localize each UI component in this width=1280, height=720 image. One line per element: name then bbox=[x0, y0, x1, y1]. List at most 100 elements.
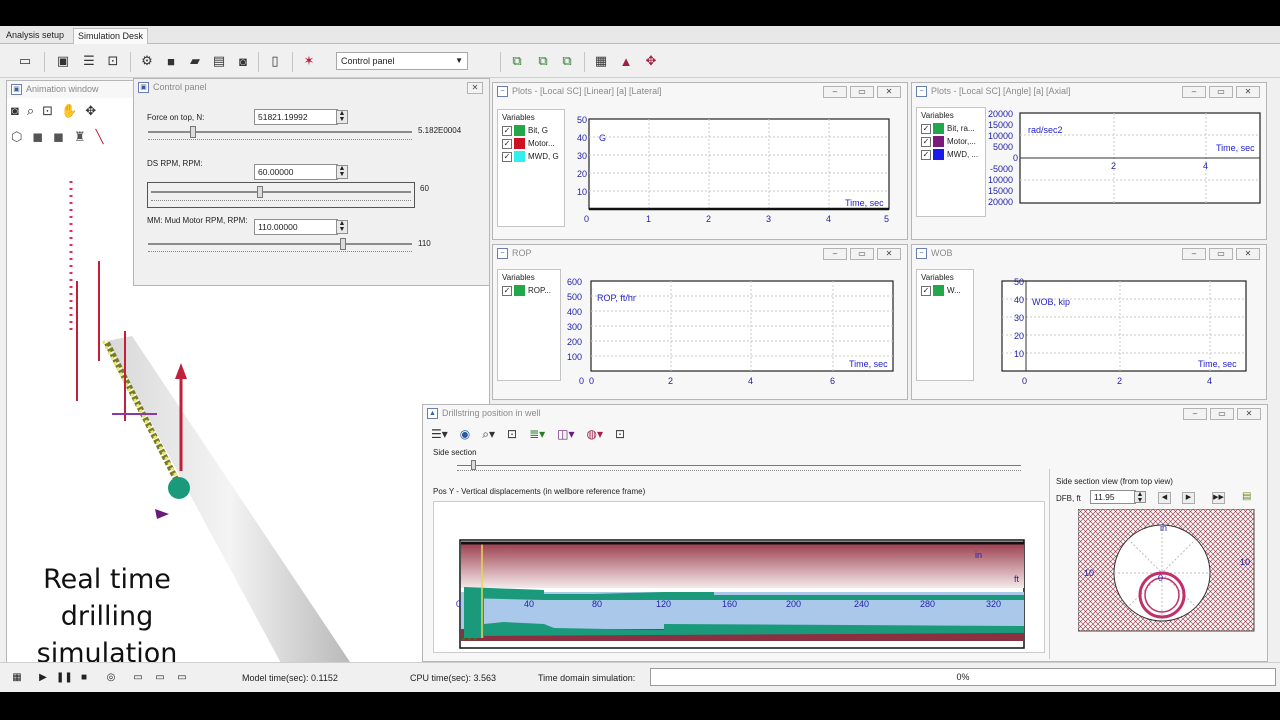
close-icon[interactable]: ✕ bbox=[467, 82, 483, 94]
zoom-dropdown-icon[interactable]: ⌕▾ bbox=[482, 427, 495, 445]
variable-item[interactable]: ✓ W... bbox=[921, 284, 969, 297]
expand-icon[interactable]: ⊡ bbox=[615, 427, 625, 445]
checkbox-icon[interactable]: ✓ bbox=[921, 136, 931, 147]
view-icon[interactable]: ▣ bbox=[54, 52, 72, 70]
document-icon[interactable]: ▯ bbox=[266, 52, 284, 70]
cross-section-chart[interactable]: in 10 10 0 bbox=[1078, 509, 1258, 635]
play-button[interactable]: ▶ bbox=[36, 671, 50, 685]
pause-button[interactable]: ❚❚ bbox=[56, 671, 73, 685]
minimize-button[interactable]: ‒ bbox=[1183, 408, 1207, 420]
checkbox-icon[interactable]: ✓ bbox=[502, 125, 512, 136]
chart-icon[interactable]: ⊡ bbox=[104, 52, 122, 70]
fit-icon[interactable]: ⊡ bbox=[507, 427, 517, 445]
lateral-plot-area[interactable]: 50 40 30 20 10 0 1 2 3 4 5 G Time, sec bbox=[569, 109, 899, 237]
settings-icon[interactable]: ▦ bbox=[10, 671, 24, 685]
tab-simulation-desk[interactable]: Simulation Desk bbox=[73, 28, 149, 44]
wob-plot-area[interactable]: 50 40 30 20 10 0 2 4 WOB, kip Time, sec bbox=[980, 271, 1264, 399]
ds-rpm-input[interactable]: 60.00000 bbox=[254, 164, 338, 180]
checkbox-icon[interactable]: ✓ bbox=[502, 138, 512, 149]
close-button[interactable]: ✕ bbox=[1236, 86, 1260, 98]
slider-thumb[interactable] bbox=[339, 238, 346, 250]
cube-shaded-icon[interactable]: ◼ bbox=[53, 129, 64, 149]
layers-dropdown-icon[interactable]: ≣▾ bbox=[529, 427, 545, 445]
camera-icon[interactable]: ◙ bbox=[234, 52, 252, 70]
prev-step-button[interactable]: ◀ bbox=[1158, 492, 1171, 504]
list-dropdown-icon[interactable]: ☰▾ bbox=[431, 427, 448, 445]
close-button[interactable]: ✕ bbox=[1237, 408, 1261, 420]
next-step-button[interactable]: ▶ bbox=[1182, 492, 1195, 504]
dfb-spinner-icon[interactable]: ▲ ▼ bbox=[1134, 491, 1146, 504]
slider-thumb[interactable] bbox=[471, 460, 476, 470]
stop-button[interactable]: ■ bbox=[77, 671, 91, 685]
side-section-slider[interactable] bbox=[457, 460, 1021, 474]
maximize-button[interactable]: ▭ bbox=[850, 248, 874, 260]
force-input[interactable]: 51821.19992 bbox=[254, 109, 338, 125]
axis-icon[interactable]: ╲ bbox=[96, 129, 104, 149]
maximize-button[interactable]: ▭ bbox=[1210, 408, 1234, 420]
variable-item[interactable]: ✓ MWD, ... bbox=[921, 148, 981, 161]
wellbore-profile-chart[interactable]: ▪ ▪ ▪ 0 in ft 40 80 120 160 200 240 280 … bbox=[434, 502, 1046, 654]
minimize-button[interactable]: ‒ bbox=[1182, 248, 1206, 260]
maximize-button[interactable]: ▭ bbox=[1209, 86, 1233, 98]
new-icon[interactable]: ▭ bbox=[16, 52, 34, 70]
minimize-button[interactable]: ‒ bbox=[823, 248, 847, 260]
checkbox-icon[interactable]: ✓ bbox=[921, 123, 931, 134]
pan-hand-icon[interactable]: ✋ bbox=[61, 103, 77, 123]
save-icon[interactable]: ■ bbox=[162, 52, 180, 70]
rop-plot-area[interactable]: 600 500 400 300 200 100 0 0 2 4 6 ROP, f… bbox=[565, 271, 905, 399]
tile-windows-icon[interactable]: ⧉ bbox=[508, 52, 526, 70]
maximize-button[interactable]: ▭ bbox=[850, 86, 874, 98]
checkbox-icon[interactable]: ✓ bbox=[921, 285, 931, 296]
dfb-input[interactable]: 11.95 bbox=[1090, 490, 1136, 504]
slider-thumb[interactable] bbox=[190, 126, 197, 138]
force-spinner-icon[interactable]: ▲ ▼ bbox=[336, 110, 348, 124]
histogram-icon[interactable]: ▲ bbox=[617, 52, 635, 70]
mud-motor-rpm-input[interactable]: 110.00000 bbox=[254, 219, 338, 235]
ds-rpm-spinner-icon[interactable]: ▲ ▼ bbox=[336, 165, 348, 179]
window-toggle-icon[interactable]: ▭ bbox=[175, 671, 189, 685]
rig-icon[interactable]: ♜ bbox=[74, 129, 86, 149]
axial-plot-area[interactable]: 20000 15000 10000 5000 0 -5000 10000 150… bbox=[988, 105, 1264, 235]
camera-icon[interactable]: ◙ bbox=[11, 103, 19, 123]
panel-select[interactable]: Control panel ▼ bbox=[336, 52, 468, 70]
frame-dropdown-icon[interactable]: ◫▾ bbox=[557, 427, 574, 445]
variable-item[interactable]: ✓ Bit, ra... bbox=[921, 122, 981, 135]
variable-item[interactable]: ✓ Bit, G bbox=[502, 124, 560, 137]
checkbox-icon[interactable]: ✓ bbox=[502, 285, 512, 296]
close-button[interactable]: ✕ bbox=[877, 248, 901, 260]
minimize-button[interactable]: ‒ bbox=[823, 86, 847, 98]
fast-forward-button[interactable]: ▶▶ bbox=[1212, 492, 1225, 504]
checkbox-icon[interactable]: ✓ bbox=[921, 149, 931, 160]
checkbox-icon[interactable]: ✓ bbox=[502, 151, 512, 162]
zoom-fit-icon[interactable]: ⊡ bbox=[42, 103, 53, 123]
export-icon[interactable]: ▤ bbox=[1242, 491, 1255, 505]
close-button[interactable]: ✕ bbox=[877, 86, 901, 98]
list-icon[interactable]: ☰ bbox=[80, 52, 98, 70]
rotate-icon[interactable]: ✥ bbox=[85, 103, 96, 123]
variable-item[interactable]: ✓ MWD, G bbox=[502, 150, 560, 163]
zoom-icon[interactable]: ⌕ bbox=[27, 103, 34, 123]
grid-settings-icon[interactable]: ⚙ bbox=[138, 52, 156, 70]
slider-thumb[interactable] bbox=[256, 186, 263, 198]
open-icon[interactable]: ▰ bbox=[186, 52, 204, 70]
force-slider[interactable] bbox=[148, 125, 412, 145]
cube-solid-icon[interactable]: ◼ bbox=[32, 129, 43, 149]
mud-motor-rpm-slider[interactable] bbox=[148, 237, 412, 257]
variable-item[interactable]: ✓ ROP... bbox=[502, 284, 556, 297]
run-icon[interactable]: ✶ bbox=[300, 52, 318, 70]
record-icon[interactable]: ◎ bbox=[104, 671, 118, 685]
target-icon[interactable]: ◉ bbox=[460, 427, 470, 445]
cube-wireframe-icon[interactable]: ⬡ bbox=[11, 129, 22, 149]
close-button[interactable]: ✕ bbox=[1236, 248, 1260, 260]
close-windows-icon[interactable]: ⧉ bbox=[534, 52, 552, 70]
ds-rpm-slider[interactable] bbox=[147, 182, 415, 208]
cascade-windows-icon[interactable]: ⧉ bbox=[558, 52, 576, 70]
window-toggle-icon[interactable]: ▭ bbox=[153, 671, 167, 685]
network-icon[interactable]: ✥ bbox=[642, 52, 660, 70]
tab-analysis-setup[interactable]: Analysis setup bbox=[2, 28, 68, 44]
variable-item[interactable]: ✓ Motor... bbox=[502, 137, 560, 150]
color-map-dropdown-icon[interactable]: ◍▾ bbox=[587, 427, 604, 445]
table-icon[interactable]: ▦ bbox=[592, 52, 610, 70]
variable-item[interactable]: ✓ Motor,... bbox=[921, 135, 981, 148]
window-toggle-icon[interactable]: ▭ bbox=[131, 671, 145, 685]
